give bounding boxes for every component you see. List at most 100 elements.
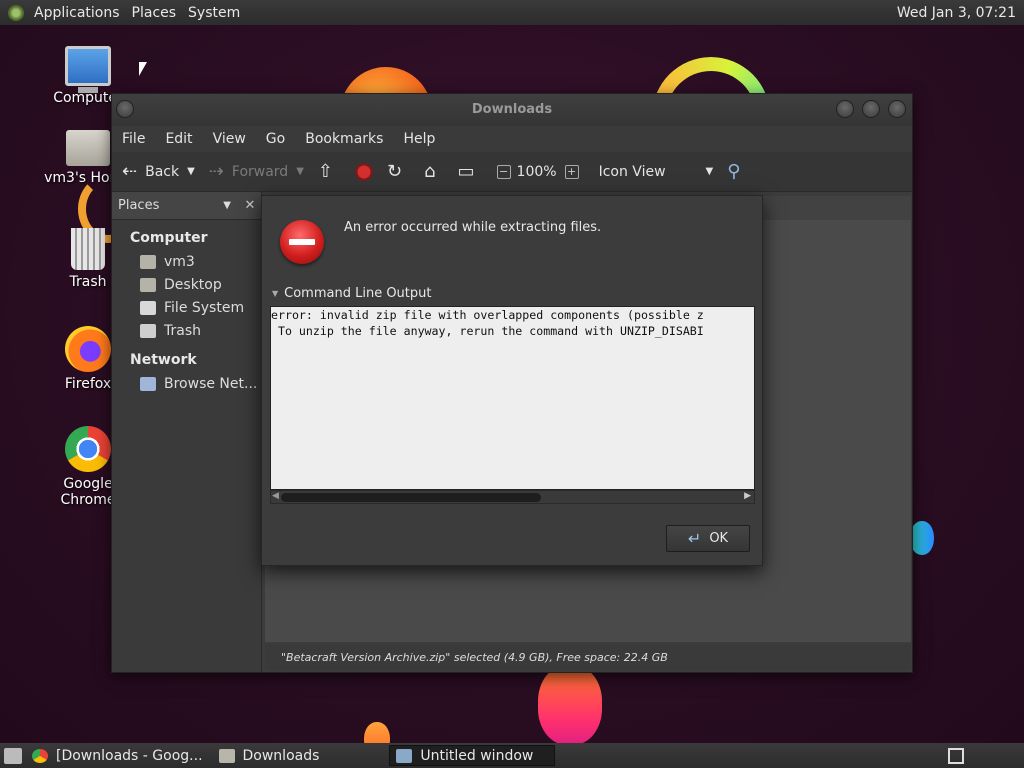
forward-button[interactable]: ⇢ Forward ▼: [209, 161, 304, 182]
task-downloads[interactable]: Downloads: [213, 745, 326, 766]
enter-arrow-icon: ↵: [687, 529, 702, 548]
task-chrome-downloads[interactable]: [Downloads - Goog...: [26, 745, 209, 766]
forward-arrow-icon: ⇢: [208, 161, 224, 182]
drive-icon: [140, 300, 156, 315]
firefox-icon: [65, 326, 111, 372]
sidebar-item-label: File System: [164, 299, 245, 316]
sidebar-item-label: Trash: [164, 322, 201, 339]
task-label: Downloads: [242, 747, 320, 764]
forward-label: Forward: [231, 163, 289, 180]
sidebar-item-trash[interactable]: Trash: [112, 319, 261, 342]
desktop-folder-icon: [140, 277, 156, 292]
applications-menu[interactable]: Applications: [28, 5, 126, 21]
menu-go[interactable]: Go: [256, 131, 295, 147]
back-label: Back: [145, 163, 180, 180]
maximize-button[interactable]: [862, 100, 880, 118]
output-line: error: invalid zip file with overlapped …: [271, 308, 704, 322]
mouse-cursor-icon: [139, 62, 147, 76]
command-output-expander[interactable]: ▼ Command Line Output: [272, 286, 432, 301]
chevron-down-icon[interactable]: ▼: [296, 166, 304, 177]
home-button[interactable]: ⌂: [424, 161, 443, 182]
desktop-icon-label: Firefox: [64, 376, 112, 392]
command-output-text[interactable]: error: invalid zip file with overlapped …: [270, 306, 755, 490]
wallpaper-shape: [538, 665, 602, 743]
computer-button[interactable]: ▭: [458, 161, 483, 182]
chrome-icon: [65, 426, 111, 472]
desktop-icon-label: Trash: [69, 274, 107, 290]
expander-label: Command Line Output: [284, 286, 432, 301]
sidebar-item-browse-network[interactable]: Browse Net...: [112, 372, 261, 395]
back-arrow-icon: ⇠: [122, 161, 138, 182]
sidebar: Places ▼ ✕ Computer vm3 Desktop File Sys…: [112, 192, 262, 672]
trash-icon: [140, 323, 156, 338]
trash-icon: [71, 228, 105, 270]
sidebar-section-network: Network: [130, 352, 197, 368]
sidebar-item-label: vm3: [164, 253, 195, 270]
show-desktop-icon[interactable]: [4, 747, 22, 764]
menu-view[interactable]: View: [203, 131, 256, 147]
system-menu[interactable]: System: [182, 5, 246, 21]
ok-button[interactable]: ↵ OK: [666, 525, 750, 552]
stop-icon: [355, 162, 373, 181]
computer-icon: ▭: [457, 161, 475, 182]
sidebar-item-desktop[interactable]: Desktop: [112, 273, 261, 296]
bottom-taskbar: [Downloads - Goog... Downloads Untitled …: [0, 743, 1024, 768]
zoom-level: 100%: [516, 163, 557, 180]
sidebar-item-label: Desktop: [164, 276, 222, 293]
toolbar: ⇠ Back ▼ ⇢ Forward ▼ ⇧ ↻ ⌂ ▭ − 100% + Ic…: [112, 152, 912, 192]
expander-triangle-icon: ▼: [272, 289, 279, 298]
scroll-left-icon[interactable]: ◀: [272, 491, 279, 501]
home-folder-icon: [140, 254, 156, 269]
sidebar-item-vm3[interactable]: vm3: [112, 250, 261, 273]
home-folder-icon: [66, 130, 110, 166]
menu-edit[interactable]: Edit: [155, 131, 202, 147]
top-panel: Applications Places System Wed Jan 3, 07…: [0, 0, 1024, 25]
places-menu[interactable]: Places: [126, 5, 183, 21]
horizontal-scrollbar[interactable]: ◀ ▶: [270, 490, 755, 504]
reload-icon: ↻: [387, 161, 403, 182]
sidebar-close-icon[interactable]: ✕: [239, 198, 261, 213]
minimize-button[interactable]: [836, 100, 854, 118]
output-line: To unzip the file anyway, rerun the comm…: [271, 324, 704, 338]
home-icon: ⌂: [424, 161, 436, 182]
workspace-switcher-icon[interactable]: [948, 747, 964, 764]
sidebar-item-label: Browse Net...: [164, 375, 258, 392]
zoom-out-icon[interactable]: −: [496, 164, 511, 179]
close-button[interactable]: [888, 100, 906, 118]
sidebar-item-file-system[interactable]: File System: [112, 296, 261, 319]
computer-icon: [65, 46, 111, 93]
search-button[interactable]: ⚲: [727, 161, 748, 182]
chevron-down-icon[interactable]: ▼: [187, 166, 195, 177]
menu-file[interactable]: File: [112, 131, 155, 147]
task-label: Untitled window: [420, 747, 534, 764]
search-icon: ⚲: [727, 161, 741, 182]
panel-clock[interactable]: Wed Jan 3, 07:21: [897, 5, 1024, 21]
sidebar-mode-select[interactable]: Places ▼: [118, 198, 239, 213]
zoom-in-icon[interactable]: +: [564, 164, 579, 179]
error-dialog: An error occurred while extracting files…: [261, 195, 763, 566]
menubar: File Edit View Go Bookmarks Help: [112, 126, 912, 152]
error-message: An error occurred while extracting files…: [344, 220, 602, 235]
network-icon: [140, 376, 156, 391]
view-mode-select[interactable]: Icon View ▼: [599, 164, 714, 180]
chrome-icon: [32, 748, 48, 763]
back-button[interactable]: ⇠ Back ▼: [122, 161, 195, 182]
desktop-icon-label: Google Chrome: [60, 476, 116, 508]
scroll-right-icon[interactable]: ▶: [744, 491, 751, 501]
view-mode-label: Icon View: [598, 163, 666, 180]
window-titlebar[interactable]: Downloads: [112, 94, 912, 126]
stop-button[interactable]: [355, 162, 373, 181]
sidebar-section-computer: Computer: [130, 230, 208, 246]
up-button[interactable]: ⇧: [318, 161, 341, 182]
reload-button[interactable]: ↻: [387, 161, 410, 182]
scrollbar-thumb[interactable]: [281, 493, 541, 502]
task-untitled-window[interactable]: Untitled window: [389, 745, 556, 766]
ok-label: OK: [709, 531, 729, 546]
task-label: [Downloads - Goog...: [56, 747, 203, 764]
menu-bookmarks[interactable]: Bookmarks: [295, 131, 393, 147]
wallpaper-shape: [364, 722, 390, 743]
distro-logo-icon[interactable]: [8, 4, 24, 21]
sidebar-header: Places ▼ ✕: [112, 192, 261, 220]
menu-help[interactable]: Help: [393, 131, 445, 147]
up-arrow-icon: ⇧: [317, 161, 333, 182]
